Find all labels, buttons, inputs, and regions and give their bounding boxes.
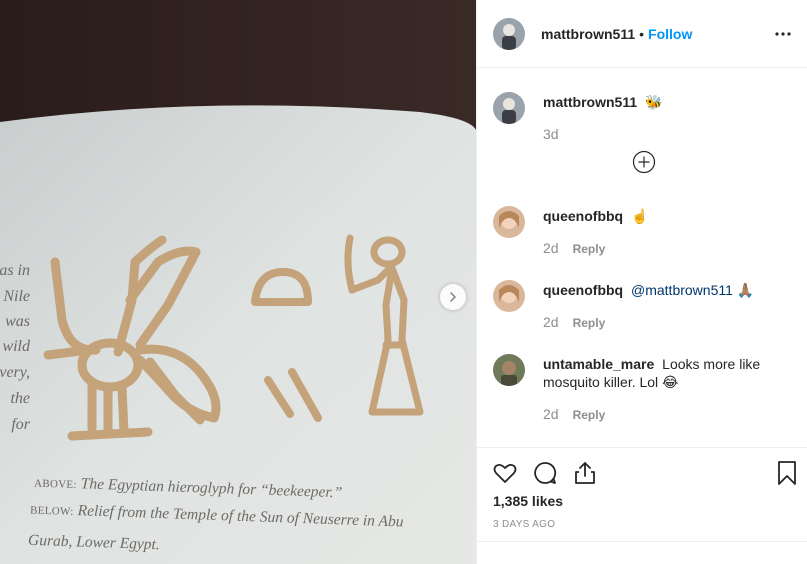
body-text-fragment: very, xyxy=(0,364,30,381)
avatar[interactable] xyxy=(493,354,525,386)
comment-text: ☝️ xyxy=(631,208,649,224)
body-text-fragment: Nile xyxy=(3,288,30,305)
comment-item: untamable_mare Looks more like mosquito … xyxy=(493,354,793,391)
bookmark-icon[interactable] xyxy=(773,459,801,487)
comment-meta: 2d Reply xyxy=(543,406,605,422)
comment-meta: 2d Reply xyxy=(543,314,605,330)
comment-timestamp[interactable]: 2d xyxy=(543,314,559,330)
reply-button[interactable]: Reply xyxy=(573,242,606,256)
follow-button[interactable]: Follow xyxy=(648,26,692,42)
body-text-fragment: was xyxy=(5,313,30,330)
post-timestamp[interactable]: 3 DAYS AGO xyxy=(493,519,555,530)
share-icon[interactable] xyxy=(571,459,599,487)
body-text-fragment: the xyxy=(10,390,30,407)
comment-bubble-icon[interactable] xyxy=(531,459,559,487)
author-username[interactable]: mattbrown511 xyxy=(541,26,635,42)
like-count[interactable]: 1,385 likes xyxy=(493,493,563,509)
separator-dot: • xyxy=(639,25,645,42)
comment-username[interactable]: queenofbbq xyxy=(543,282,623,298)
comment-text: 🙏🏽 xyxy=(736,282,755,298)
body-text-fragment: eas in xyxy=(0,262,30,279)
avatar[interactable] xyxy=(493,206,525,238)
post-photo[interactable]: eas in Nile was wild very, the for ABOVE… xyxy=(0,0,476,564)
comment-timestamp[interactable]: 2d xyxy=(543,406,559,422)
caption-username[interactable]: mattbrown511 xyxy=(543,94,637,110)
more-options-button[interactable] xyxy=(771,22,795,46)
comment-timestamp[interactable]: 2d xyxy=(543,240,559,256)
comment-username[interactable]: untamable_mare xyxy=(543,356,654,372)
post-header: mattbrown511 • Follow xyxy=(477,0,807,68)
add-comment-section xyxy=(477,541,807,564)
more-options-icon xyxy=(775,32,791,36)
reply-button[interactable]: Reply xyxy=(573,316,606,330)
comment-mention-link[interactable]: @mattbrown511 xyxy=(631,282,733,298)
avatar[interactable] xyxy=(493,280,525,312)
caption-timestamp[interactable]: 3d xyxy=(543,126,559,142)
body-text-fragment: for xyxy=(11,416,30,433)
avatar[interactable] xyxy=(493,17,525,50)
caption-tag: ABOVE: xyxy=(33,477,77,492)
plus-circle-icon[interactable] xyxy=(632,150,656,174)
comment-meta: 2d Reply xyxy=(543,240,605,256)
next-photo-button[interactable] xyxy=(440,284,466,310)
comment-item: queenofbbq @mattbrown511 🙏🏽 xyxy=(493,280,793,312)
caption-text: 🐝 xyxy=(645,94,663,110)
reply-button[interactable]: Reply xyxy=(573,408,606,422)
chevron-right-icon xyxy=(450,292,457,302)
avatar[interactable] xyxy=(493,92,525,124)
post-actions: 1,385 likes 3 DAYS AGO xyxy=(477,447,807,543)
comment-username[interactable]: queenofbbq xyxy=(543,208,623,224)
post-caption: mattbrown511 🐝 xyxy=(493,92,793,124)
post-sidebar: mattbrown511 • Follow mattbrown511 🐝 3d … xyxy=(476,0,807,564)
heart-icon[interactable] xyxy=(491,459,519,487)
body-text-fragment: wild xyxy=(2,338,30,355)
comment-item: queenofbbq ☝️ xyxy=(493,206,793,238)
caption-tag: BELOW: xyxy=(29,504,74,518)
